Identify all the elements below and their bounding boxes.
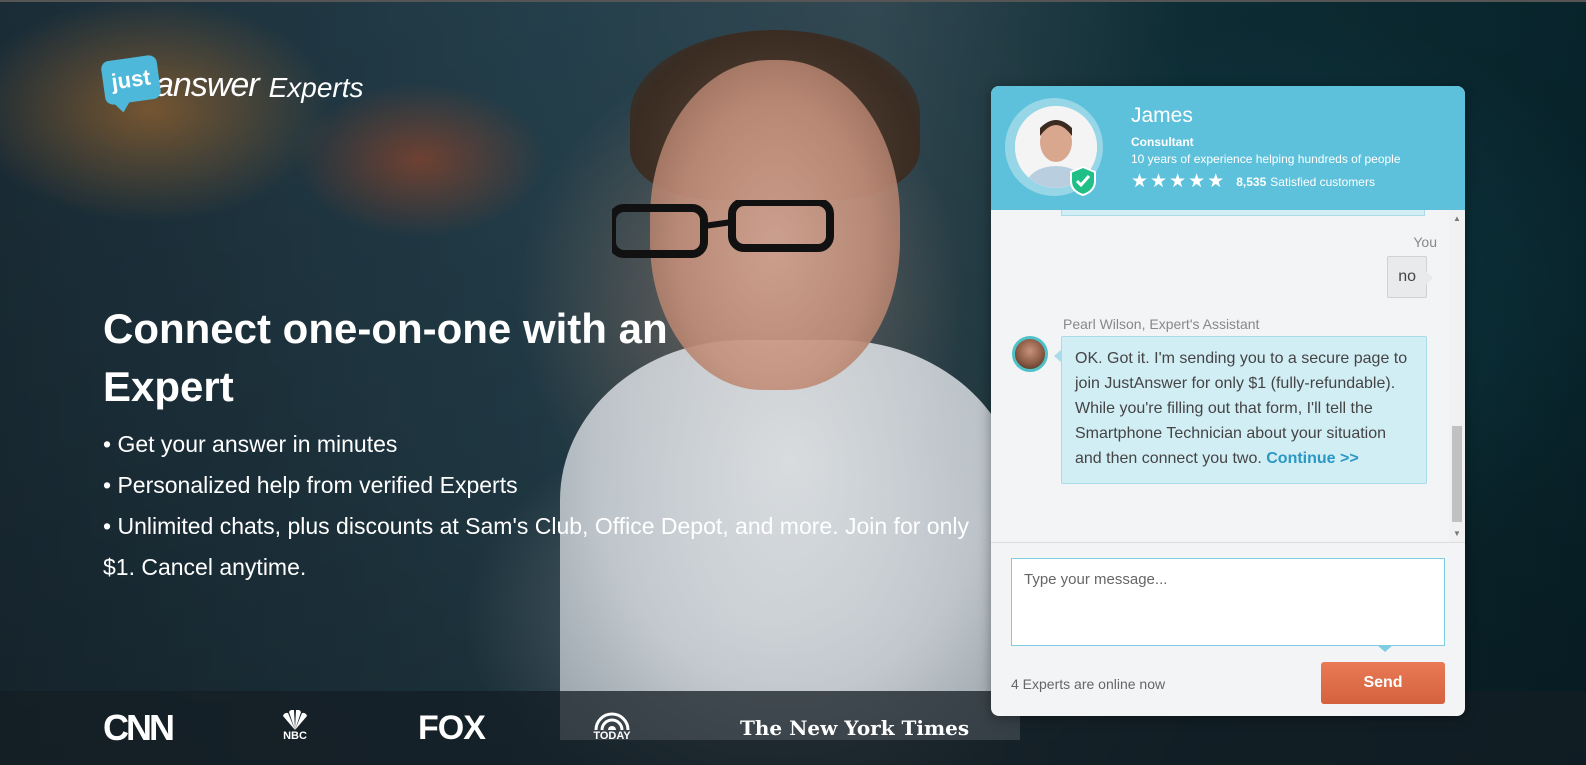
message-input[interactable] xyxy=(1011,558,1445,646)
user-message-bubble: no xyxy=(1387,256,1433,298)
logo-word: answer xyxy=(155,66,260,104)
cnn-logo: CNN xyxy=(103,707,175,748)
verified-check-icon xyxy=(1070,166,1096,196)
hero-headline: Connect one-on-one with an Expert xyxy=(103,305,668,410)
input-notch xyxy=(1377,645,1393,652)
user-sender-label: You xyxy=(1413,234,1437,250)
star-icon: ★ xyxy=(1207,171,1225,192)
benefit-item: Get your answer in minutes xyxy=(103,424,1003,465)
assistant-avatar xyxy=(1012,336,1048,372)
scroll-up-arrow-icon[interactable]: ▲ xyxy=(1453,214,1461,223)
expert-header: James Consultant 10 years of experience … xyxy=(991,86,1465,210)
star-icon: ★ xyxy=(1188,171,1206,192)
benefit-item: Unlimited chats, plus discounts at Sam's… xyxy=(103,506,1003,588)
satisfied-count: 8,535 xyxy=(1236,174,1267,189)
scroll-down-arrow-icon[interactable]: ▼ xyxy=(1453,529,1461,538)
nbc-logo: NBC xyxy=(280,710,310,746)
star-icon: ★ xyxy=(1131,171,1149,192)
nyt-logo: The New York Times xyxy=(740,716,970,740)
online-status: 4 Experts are online now xyxy=(1011,676,1166,692)
star-icon: ★ xyxy=(1169,171,1187,192)
assistant-sender-label: Pearl Wilson, Expert's Assistant xyxy=(1063,316,1260,332)
expert-experience: 10 years of experience helping hundreds … xyxy=(1131,152,1401,166)
assistant-message-bubble: OK. Got it. I'm sending you to a secure … xyxy=(1054,336,1427,484)
chat-widget: James Consultant 10 years of experience … xyxy=(991,86,1465,716)
today-logo-text: TODAY xyxy=(593,730,631,742)
send-button[interactable]: Send xyxy=(1321,662,1445,704)
justanswer-logo[interactable]: just answer Experts xyxy=(100,54,364,106)
hero-benefits-list: Get your answer in minutes Personalized … xyxy=(103,424,1003,588)
today-sunrise-icon xyxy=(594,712,630,730)
nbc-logo-text: NBC xyxy=(283,730,307,742)
chat-messages[interactable]: You no Pearl Wilson, Expert's Assistant … xyxy=(991,210,1449,542)
scrollbar-thumb[interactable] xyxy=(1452,426,1462,522)
satisfied-label: Satisfied customers xyxy=(1270,174,1375,189)
benefit-item: Personalized help from verified Experts xyxy=(103,465,1003,506)
expert-title: Consultant xyxy=(1131,135,1194,149)
logo-experts-suffix: Experts xyxy=(268,72,364,103)
today-logo: TODAY xyxy=(592,710,632,746)
chat-scrollbar[interactable]: ▲ ▼ xyxy=(1449,210,1465,542)
logo-bubble: just xyxy=(100,54,162,106)
fox-logo: FOX xyxy=(418,708,486,747)
expert-name: James xyxy=(1131,104,1193,127)
star-icon: ★ xyxy=(1150,171,1168,192)
previous-message-bubble xyxy=(1061,210,1425,216)
continue-link[interactable]: Continue >> xyxy=(1266,450,1358,467)
person-glasses xyxy=(612,200,834,258)
input-divider xyxy=(991,542,1465,543)
expert-rating: ★ ★ ★ ★ ★ 8,535 Satisfied customers xyxy=(1131,172,1375,191)
nbc-peacock-icon xyxy=(283,710,307,730)
top-border xyxy=(0,0,1586,2)
